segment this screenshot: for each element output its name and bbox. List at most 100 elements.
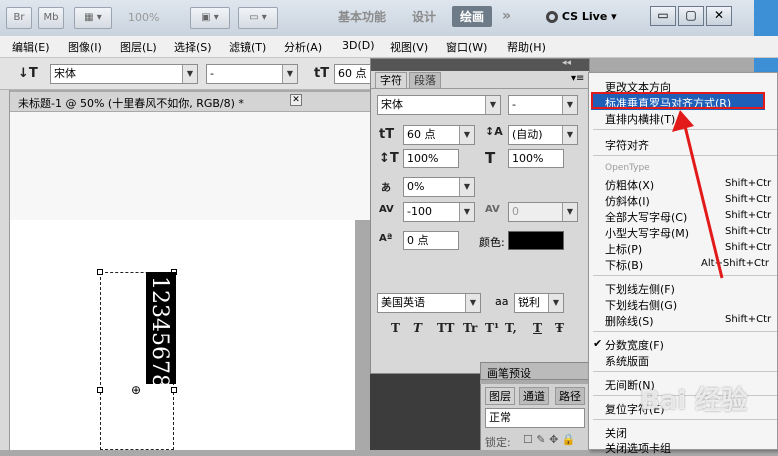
faux-italic-button[interactable]: T [413, 321, 422, 335]
antialias-select[interactable]: 锐利 ▼ [514, 293, 564, 313]
pivot-point-icon: ⊕ [131, 383, 142, 397]
lock-icons[interactable]: ☐ ✎ ✥ 🔒 [523, 433, 575, 446]
tab-paragraph[interactable]: 段落 [409, 72, 441, 88]
menu-item-superscript[interactable]: 上标(P) [605, 241, 642, 257]
layers-panel: 图层 通道 路径 正常 锁定: ☐ ✎ ✥ 🔒 [480, 384, 590, 450]
menu-item-close[interactable]: 关闭 [605, 425, 627, 441]
tsume-select[interactable]: 0% ▼ [403, 177, 475, 197]
language-select[interactable]: 美国英语 ▼ [377, 293, 481, 313]
horizontal-scale-field[interactable]: 100% [508, 149, 564, 168]
tab-channels[interactable]: 通道 [519, 387, 549, 405]
vertical-text-layer[interactable]: 123456789 [146, 272, 176, 402]
menu-item-close-tab-group[interactable]: 关闭选项卡组 [605, 440, 671, 456]
size-select[interactable]: 60 点 ▼ [403, 125, 475, 145]
superscript-button[interactable]: T¹ [485, 321, 499, 335]
close-tab-icon[interactable]: ✕ [290, 94, 302, 106]
strikethrough-button[interactable]: Ŧ [555, 321, 564, 335]
more-workspaces-button[interactable]: » [502, 8, 511, 24]
chevron-down-icon: ▼ [562, 203, 577, 221]
menu-item-underline-left[interactable]: 下划线左侧(F) [605, 281, 675, 297]
canvas[interactable] [10, 220, 355, 450]
menu-3d[interactable]: 3D(D) [342, 39, 375, 52]
menu-view[interactable]: 视图(V) [390, 39, 428, 55]
menu-layer[interactable]: 图层(L) [120, 39, 157, 55]
mini-bridge-button[interactable]: Mb [38, 7, 64, 29]
brush-presets-tab[interactable]: 画笔预设 [480, 362, 590, 380]
horizontal-scale-icon: T [485, 149, 496, 167]
collapse-icon[interactable]: ◂◂ [562, 58, 571, 68]
checkmark-icon: ✔ [593, 337, 603, 350]
blend-mode-select[interactable]: 正常 [485, 408, 585, 428]
menu-item-fractional-widths[interactable]: 分数宽度(F) [605, 337, 664, 353]
menu-item-faux-italic[interactable]: 仿斜体(I) [605, 193, 650, 209]
chevron-down-icon: ▼ [562, 96, 577, 114]
font-family-select[interactable]: 宋体 ▼ [50, 64, 198, 84]
document-tab[interactable]: 未标题-1 @ 50% (十里春风不如你, RGB/8) * ✕ [10, 92, 370, 112]
menu-image[interactable]: 图像(I) [68, 39, 102, 55]
font-style-select[interactable]: - ▼ [206, 64, 298, 84]
close-button[interactable]: ✕ [706, 6, 732, 26]
cs-live-button[interactable]: CS Live ▾ [546, 10, 617, 23]
font-size-icon: tT [379, 127, 395, 142]
screen-mode-button[interactable]: ▭ ▾ [238, 7, 278, 29]
shortcut-text: Shift+Ctr [725, 194, 772, 205]
menu-item-faux-bold[interactable]: 仿粗体(X) [605, 177, 654, 193]
menu-help[interactable]: 帮助(H) [507, 39, 546, 55]
menu-item-subscript[interactable]: 下标(B) [605, 257, 643, 273]
menu-item-character-alignment[interactable]: 字符对齐 [605, 137, 649, 153]
panel-menu-icon[interactable]: ▾≡ [571, 73, 584, 84]
menu-bar: 编辑(E) 图像(I) 图层(L) 选择(S) 滤镜(T) 分析(A) 3D(D… [0, 36, 778, 58]
zoom-level[interactable]: 100% [128, 11, 159, 24]
workspace-painting[interactable]: 绘画 [452, 6, 493, 27]
baseline-shift-field[interactable]: 0 点 [403, 231, 459, 250]
view-extras-button[interactable]: ▦ ▾ [74, 7, 112, 29]
vertical-scale-field[interactable]: 100% [403, 149, 459, 168]
chevron-down-icon: ▼ [548, 294, 563, 312]
kerning-select[interactable]: 0 ▼ [508, 202, 578, 222]
font-size-field[interactable]: 60 点 [334, 64, 374, 84]
transform-handle[interactable] [97, 387, 103, 393]
menu-edit[interactable]: 编辑(E) [12, 39, 50, 55]
character-panel: ◂◂ 字符 段落 ▾≡ 宋体 ▼ - ▼ tT 60 点 ▼ ↕A (自动) ▼ ↕T … [370, 58, 590, 374]
arrange-documents-button[interactable]: ▣ ▾ [190, 7, 230, 29]
text-color-swatch[interactable] [508, 231, 564, 250]
panel-header[interactable]: ◂◂ [371, 58, 589, 71]
workspace-design[interactable]: 设计 [412, 8, 436, 25]
cs-live-icon [546, 11, 558, 23]
vertical-scale-icon: ↕T [379, 151, 399, 166]
chevron-down-icon: ▼ [459, 203, 474, 221]
tab-layers[interactable]: 图层 [485, 387, 515, 405]
menu-filter[interactable]: 滤镜(T) [229, 39, 266, 55]
tools-panel [0, 90, 10, 450]
menu-item-tate-chu-yoko[interactable]: 直排内横排(T) [605, 111, 675, 127]
chevron-down-icon: ▼ [485, 96, 500, 114]
text-orientation-icon[interactable]: ↓T [18, 66, 38, 81]
menu-item-system-layout[interactable]: 系统版面 [605, 353, 649, 369]
menu-analysis[interactable]: 分析(A) [284, 39, 322, 55]
workspace-essentials[interactable]: 基本功能 [338, 8, 386, 25]
leading-select[interactable]: (自动) ▼ [508, 125, 578, 145]
divider [593, 419, 777, 420]
small-caps-button[interactable]: Tr [463, 321, 477, 335]
panel-font-family-select[interactable]: 宋体 ▼ [377, 95, 501, 115]
tab-character[interactable]: 字符 [375, 72, 407, 88]
faux-bold-button[interactable]: T [391, 321, 400, 335]
bridge-button[interactable]: Br [6, 7, 32, 29]
tsume-icon: あ [381, 183, 391, 194]
menu-section-opentype: OpenType [605, 163, 650, 173]
panel-font-style-select[interactable]: - ▼ [508, 95, 578, 115]
transform-handle[interactable] [97, 269, 103, 275]
menu-item-underline-right[interactable]: 下划线右侧(G) [605, 297, 677, 313]
baseline-shift-icon: Aª [379, 233, 393, 244]
maximize-button[interactable]: ▢ [678, 6, 704, 26]
menu-item-strikethrough[interactable]: 删除线(S) [605, 313, 654, 329]
tab-paths[interactable]: 路径 [555, 387, 585, 405]
underline-button[interactable]: T [533, 321, 542, 335]
tracking-select[interactable]: -100 ▼ [403, 202, 475, 222]
menu-select[interactable]: 选择(S) [174, 39, 212, 55]
shortcut-text: Shift+Ctr [725, 314, 772, 325]
all-caps-button[interactable]: TT [437, 321, 454, 335]
subscript-button[interactable]: T, [505, 321, 517, 335]
menu-window[interactable]: 窗口(W) [446, 39, 487, 55]
minimize-button[interactable]: ▭ [650, 6, 676, 26]
